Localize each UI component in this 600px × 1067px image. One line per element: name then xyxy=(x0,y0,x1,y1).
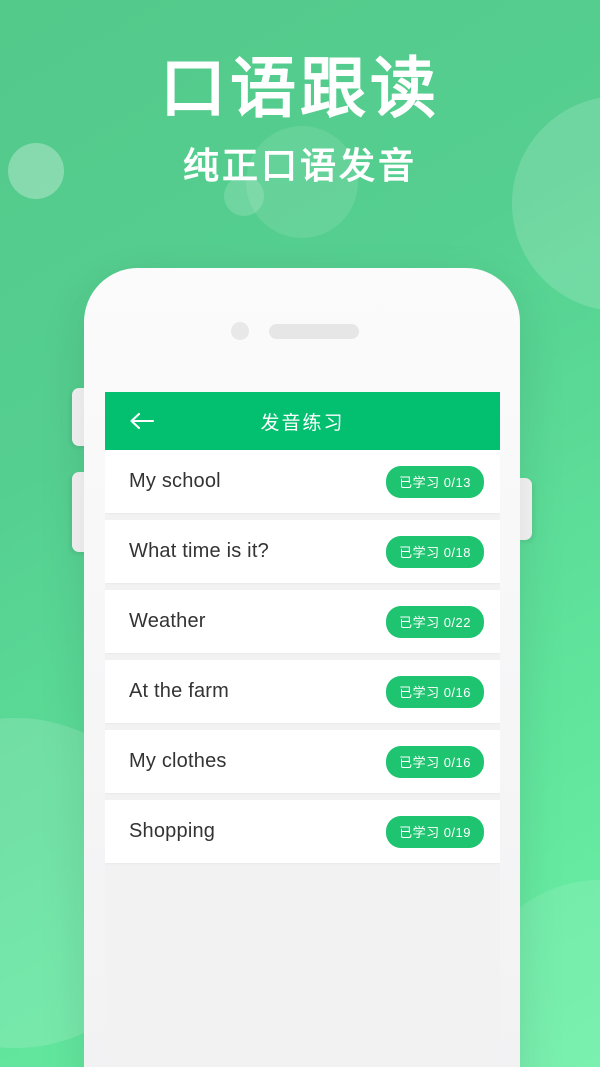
page-title: 发音练习 xyxy=(260,412,345,434)
lesson-title: Shopping xyxy=(129,820,216,842)
list-item[interactable]: Shopping 已学习 0/19 xyxy=(105,800,500,863)
lesson-title: At the farm xyxy=(129,680,230,702)
list-item[interactable]: My school 已学习 0/13 xyxy=(105,450,500,513)
lesson-title: Weather xyxy=(129,610,206,632)
lesson-title: What time is it? xyxy=(129,540,269,562)
list-item[interactable]: What time is it? 已学习 0/18 xyxy=(105,520,500,583)
decor-circle-behind-phone xyxy=(246,126,358,238)
app-screen: 发音练习 My school 已学习 0/13 What time is it?… xyxy=(105,392,500,1067)
camera-dot-icon xyxy=(231,322,249,340)
list-item[interactable]: My clothes 已学习 0/16 xyxy=(105,730,500,793)
lesson-title: My clothes xyxy=(129,750,227,772)
status-badge[interactable]: 已学习 0/19 xyxy=(386,815,484,848)
lesson-title: My school xyxy=(129,470,221,492)
promo-subtitle: 纯正口语发音 xyxy=(182,145,417,187)
status-badge[interactable]: 已学习 0/16 xyxy=(386,745,484,778)
back-button[interactable] xyxy=(119,392,165,450)
promo-title: 口语跟读 xyxy=(160,51,440,125)
speaker-grille-icon xyxy=(269,324,359,339)
lesson-list: My school 已学习 0/13 What time is it? 已学习 … xyxy=(105,450,500,863)
list-item[interactable]: At the farm 已学习 0/16 xyxy=(105,660,500,723)
promo-screenshot: 口语跟读 纯正口语发音 发音练习 My school 已学习 0/13 What… xyxy=(0,0,600,1067)
status-badge[interactable]: 已学习 0/16 xyxy=(386,675,484,708)
decor-circle-mid-small xyxy=(224,176,264,216)
status-badge[interactable]: 已学习 0/18 xyxy=(386,535,484,568)
decor-circle-right-large xyxy=(512,96,600,311)
list-item[interactable]: Weather 已学习 0/22 xyxy=(105,590,500,653)
app-header-bar: 发音练习 xyxy=(105,392,500,450)
decor-circle-top-left xyxy=(8,143,64,199)
arrow-left-icon xyxy=(130,412,155,430)
status-badge[interactable]: 已学习 0/22 xyxy=(386,605,484,638)
status-badge[interactable]: 已学习 0/13 xyxy=(386,465,484,498)
promo-headline-block: 口语跟读 纯正口语发音 xyxy=(0,51,600,189)
